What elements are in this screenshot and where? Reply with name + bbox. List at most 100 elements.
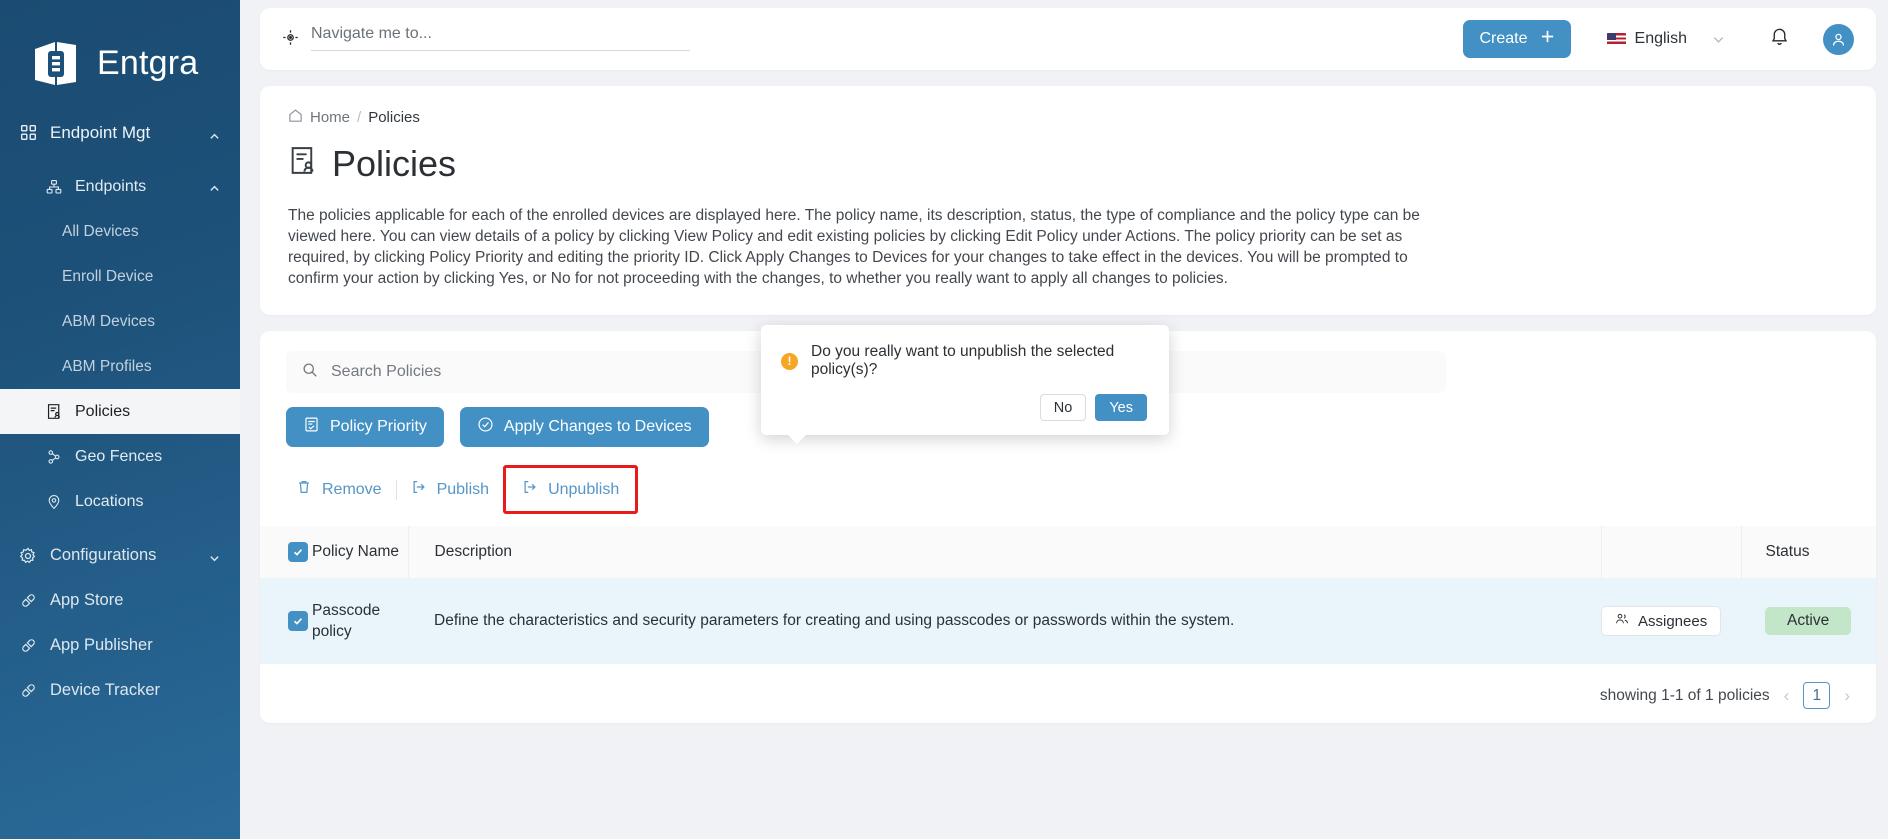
policy-priority-button[interactable]: Policy Priority xyxy=(286,407,444,447)
table-body: Passcode policy Define the characteristi… xyxy=(260,578,1876,664)
pagination-summary: showing 1-1 of 1 policies xyxy=(1599,686,1770,704)
sidebar-item-label: Policies xyxy=(75,402,131,420)
brand-logo[interactable]: Entgra xyxy=(0,0,240,104)
plug-icon xyxy=(18,636,38,656)
sidebar-item-geo-fences[interactable]: Geo Fences xyxy=(0,434,240,479)
column-header-status[interactable]: Status xyxy=(1740,526,1876,578)
sidebar-item-label: App Store xyxy=(50,591,124,609)
page-title: Policies xyxy=(288,143,1848,185)
sidebar-item-label: ABM Devices xyxy=(62,312,156,330)
pagination: showing 1-1 of 1 policies ‹ 1 › xyxy=(260,664,1876,715)
navigate-search[interactable]: Navigate me to... xyxy=(282,25,690,53)
policy-icon xyxy=(288,143,319,185)
pagination-page-1[interactable]: 1 xyxy=(1803,682,1831,709)
table-header-row: Policy Name Description Status xyxy=(260,526,1876,578)
geofence-icon xyxy=(44,447,64,467)
assignees-label: Assignees xyxy=(1638,612,1708,630)
sidebar-item-locations[interactable]: Locations xyxy=(0,479,240,524)
sidebar-item-abm-profiles[interactable]: ABM Profiles xyxy=(0,344,240,389)
sitemap-icon xyxy=(44,177,64,197)
sidebar-item-endpoint-mgt[interactable]: Endpoint Mgt xyxy=(0,110,240,155)
search-placeholder: Search Policies xyxy=(331,363,442,380)
breadcrumb-separator: / xyxy=(357,109,362,126)
status-badge: Active xyxy=(1765,607,1852,635)
sidebar-item-configurations[interactable]: Configurations xyxy=(0,533,240,578)
sidebar-item-endpoints[interactable]: Endpoints xyxy=(0,164,240,209)
sidebar-item-label: Locations xyxy=(75,492,144,510)
publish-button[interactable]: Publish xyxy=(397,471,503,508)
page-description: The policies applicable for each of the … xyxy=(288,207,1420,287)
page-title-text: Policies xyxy=(332,143,457,184)
navigate-target-icon xyxy=(282,29,299,51)
table-row[interactable]: Passcode policy Define the characteristi… xyxy=(260,578,1876,664)
chevron-up-icon[interactable] xyxy=(209,181,220,192)
policies-table: Policy Name Description Status Passcode … xyxy=(260,526,1876,664)
avatar[interactable] xyxy=(1823,23,1854,55)
gear-icon xyxy=(18,546,38,566)
sidebar-item-label: Geo Fences xyxy=(75,447,163,465)
create-button[interactable]: Create xyxy=(1463,20,1571,58)
row-checkbox[interactable] xyxy=(288,611,308,631)
sidebar-item-label: Endpoint Mgt xyxy=(50,122,151,142)
location-pin-icon xyxy=(44,492,64,512)
language-selector[interactable]: English xyxy=(1606,30,1725,48)
select-all-checkbox[interactable] xyxy=(288,542,308,562)
bell-icon[interactable] xyxy=(1769,26,1790,52)
chevron-right-icon[interactable]: › xyxy=(1844,686,1850,706)
page-header-card: Home / Policies Policies The policies ap… xyxy=(260,86,1876,315)
remove-button[interactable]: Remove xyxy=(282,471,396,508)
sidebar-item-policies[interactable]: Policies xyxy=(0,389,240,434)
popup-no-button[interactable]: No xyxy=(1039,394,1087,421)
chevron-left-icon[interactable]: ‹ xyxy=(1784,686,1790,706)
column-header-policy-name[interactable]: Policy Name xyxy=(312,526,408,578)
brand-name: Entgra xyxy=(97,44,199,82)
breadcrumb-home[interactable]: Home xyxy=(310,109,350,126)
plug-icon xyxy=(18,591,38,611)
plus-icon xyxy=(1540,29,1555,49)
unpublish-button[interactable]: Unpublish xyxy=(503,465,639,514)
column-header-assignees xyxy=(1600,526,1741,578)
sidebar-item-label: App Publisher xyxy=(50,636,153,654)
people-icon xyxy=(1615,612,1629,630)
chevron-down-icon[interactable] xyxy=(209,550,220,562)
row-select-cell xyxy=(260,578,312,664)
sidebar-nav: Endpoint Mgt Endpoints All Devices Enrol… xyxy=(0,110,240,713)
navigate-search-input[interactable]: Navigate me to... xyxy=(311,25,690,51)
apply-changes-button[interactable]: Apply Changes to Devices xyxy=(459,407,709,447)
unpublish-icon xyxy=(522,479,538,500)
sidebar-item-device-tracker[interactable]: Device Tracker xyxy=(0,668,240,713)
assignees-button[interactable]: Assignees xyxy=(1601,606,1722,636)
column-header-description[interactable]: Description xyxy=(407,526,1601,578)
sidebar-item-label: ABM Profiles xyxy=(62,357,152,375)
breadcrumb-current: Policies xyxy=(368,109,420,126)
publish-label: Publish xyxy=(436,480,490,498)
search-icon xyxy=(302,362,318,383)
sidebar-item-enroll-device[interactable]: Enroll Device xyxy=(0,254,240,299)
publish-icon xyxy=(411,479,427,500)
check-circle-icon xyxy=(477,416,494,438)
sidebar-item-app-store[interactable]: App Store xyxy=(0,578,240,623)
create-button-label: Create xyxy=(1479,30,1528,47)
plug-icon xyxy=(18,681,38,701)
unpublish-label: Unpublish xyxy=(548,480,620,498)
row-actions-bar: Remove Publish Unpublish xyxy=(260,447,1876,514)
sidebar-item-all-devices[interactable]: All Devices xyxy=(0,209,240,254)
entgra-logo-icon xyxy=(28,36,84,92)
us-flag-icon xyxy=(1606,32,1626,46)
sidebar-item-app-publisher[interactable]: App Publisher xyxy=(0,623,240,668)
unpublish-confirm-popup: ! Do you really want to unpublish the se… xyxy=(761,325,1169,444)
breadcrumb: Home / Policies xyxy=(288,108,1848,127)
home-icon[interactable] xyxy=(288,108,303,127)
grid-icon xyxy=(18,123,38,143)
popup-yes-button[interactable]: Yes xyxy=(1095,394,1147,421)
warning-icon: ! xyxy=(781,352,798,370)
chevron-up-icon[interactable] xyxy=(209,127,220,139)
policy-icon xyxy=(44,402,64,422)
list-doc-icon xyxy=(303,416,320,438)
table-header: Policy Name Description Status xyxy=(260,526,1876,578)
sidebar-item-abm-devices[interactable]: ABM Devices xyxy=(0,299,240,344)
sidebar-item-label: Enroll Device xyxy=(62,267,154,285)
sidebar-item-label: All Devices xyxy=(62,222,139,240)
sidebar-item-label: Device Tracker xyxy=(50,681,161,699)
apply-changes-label: Apply Changes to Devices xyxy=(503,418,692,435)
